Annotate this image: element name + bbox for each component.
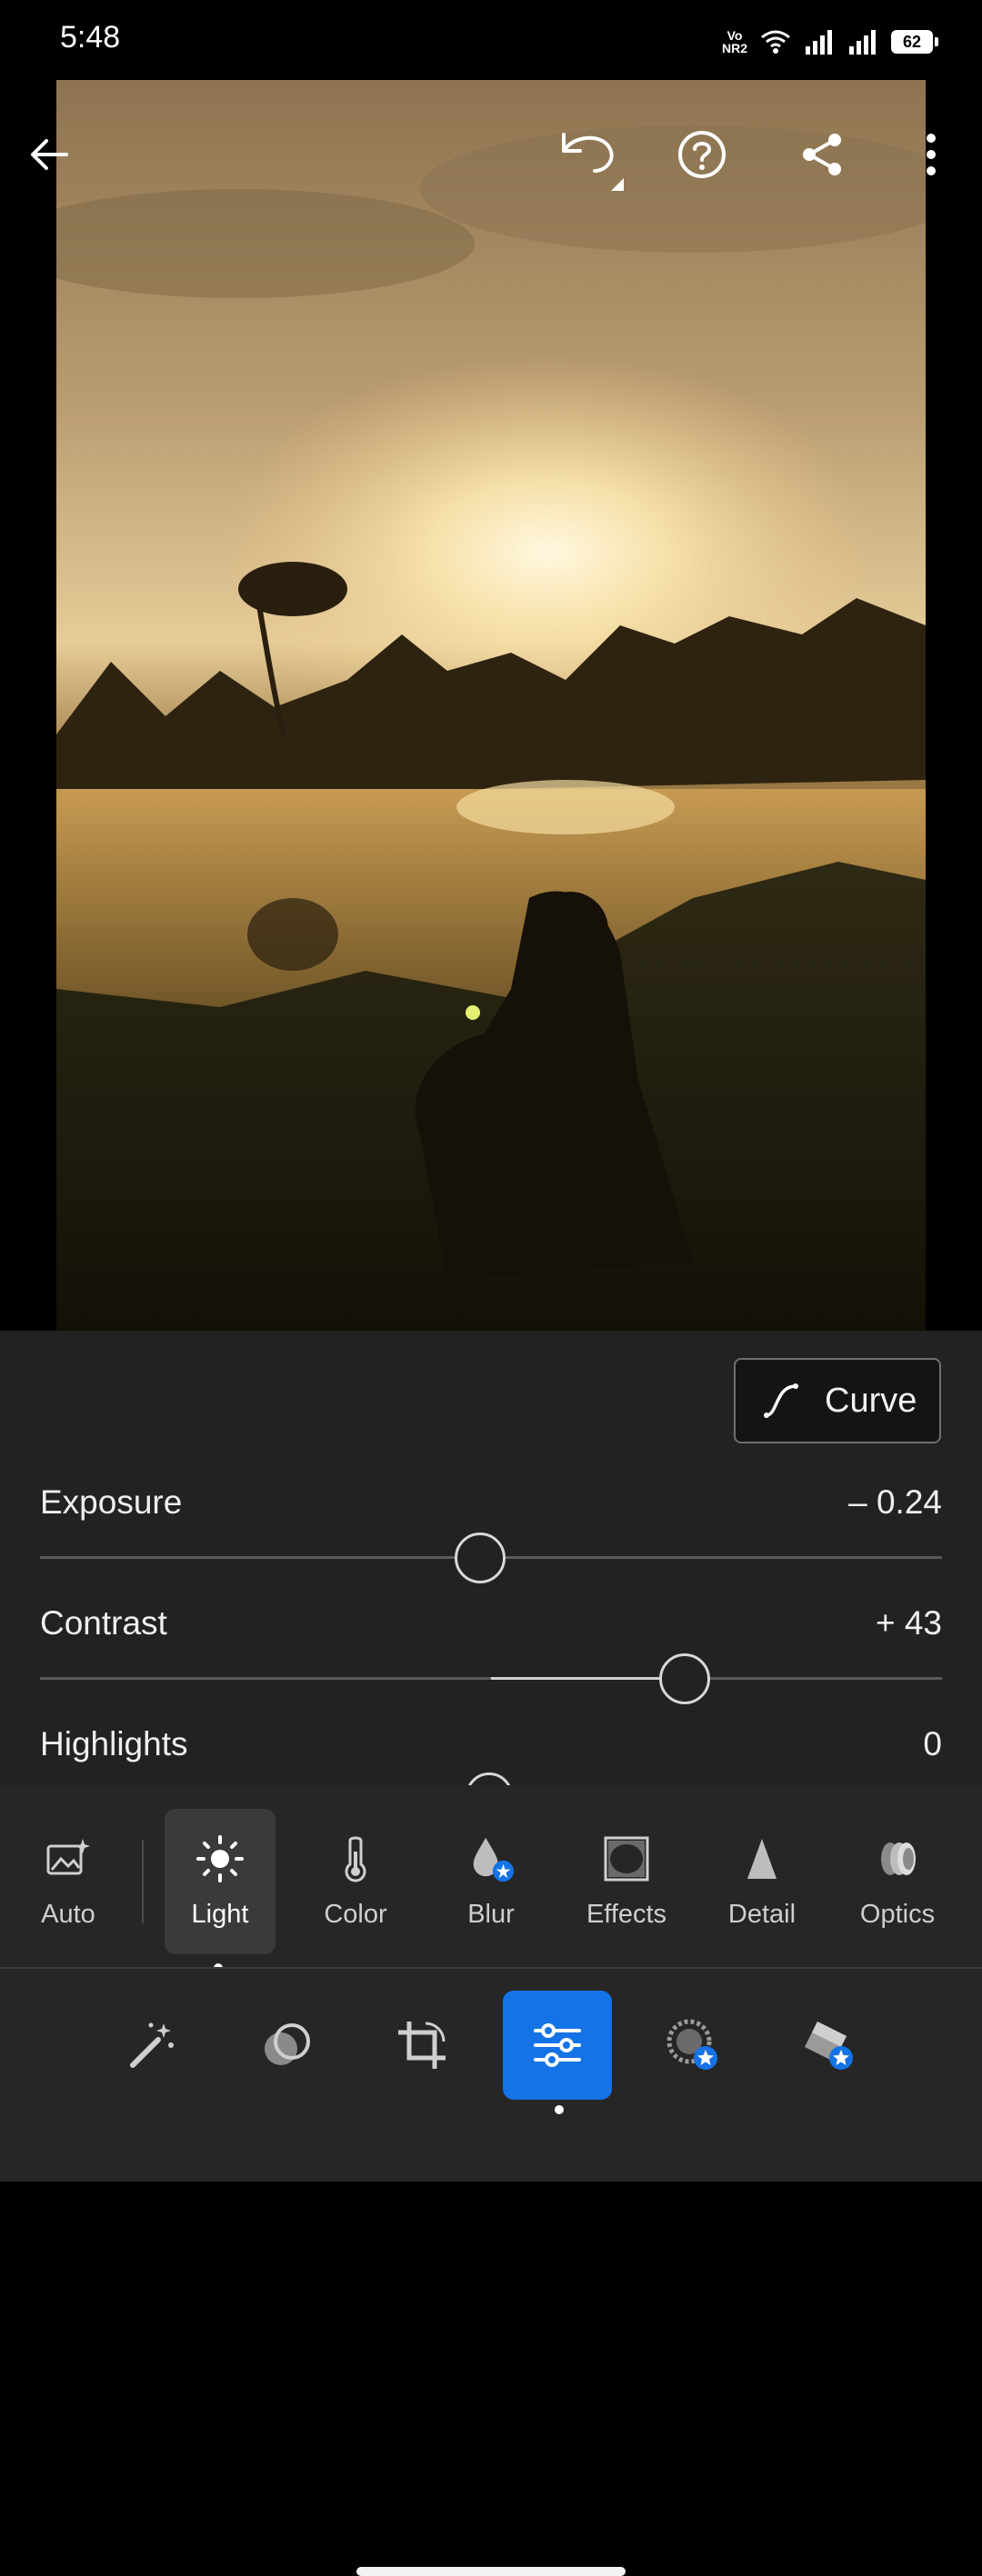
tab-color[interactable]: Color (300, 1809, 411, 1954)
status-time: 5:48 (60, 20, 121, 55)
remove-button[interactable] (774, 1991, 883, 2100)
tab-label: Effects (586, 1900, 667, 1929)
tab-auto[interactable]: Auto (13, 1809, 124, 1954)
active-tool-indicator (555, 2105, 564, 2114)
signal-icon-2 (849, 30, 876, 55)
slider-track[interactable] (40, 1533, 942, 1583)
edit-button[interactable] (503, 1991, 612, 2100)
adjustment-panel: Curve Exposure – 0.24 Contrast + 43 High… (0, 1331, 982, 2576)
magic-wand-icon (130, 2022, 174, 2068)
signal-icon (806, 30, 832, 55)
crop-icon (398, 2022, 446, 2069)
curve-label: Curve (825, 1381, 917, 1420)
status-bar: 5:48 Vo NR2 62 (0, 0, 982, 80)
blur-drop-icon (466, 1834, 516, 1883)
status-icons: Vo NR2 62 (721, 24, 938, 60)
slider-label: Exposure (40, 1483, 183, 1521)
tab-optics[interactable]: Optics (842, 1809, 953, 1954)
slider-label: Highlights (40, 1725, 188, 1762)
help-button[interactable] (664, 116, 740, 193)
photo-canvas[interactable] (0, 80, 982, 1331)
slider-value: + 43 (875, 1604, 942, 1642)
curve-button[interactable]: Curve (734, 1358, 941, 1443)
crop-button[interactable] (367, 1991, 476, 2100)
eraser-icon (805, 2022, 853, 2070)
sun-icon (195, 1834, 245, 1883)
healing-button[interactable] (638, 1991, 747, 2100)
tab-separator (142, 1840, 144, 1923)
bottom-tool-nav (0, 1969, 982, 2576)
share-button[interactable] (784, 116, 860, 193)
sunset-photo-image (56, 80, 926, 1331)
vignette-icon (602, 1834, 651, 1883)
back-arrow-icon (31, 139, 68, 170)
share-icon (803, 134, 841, 175)
tab-label: Detail (727, 1900, 797, 1929)
tab-label: Auto (41, 1900, 95, 1929)
slider-label: Contrast (40, 1604, 167, 1642)
battery-indicator: 62 (891, 30, 938, 54)
network-type-indicator: Vo NR2 (721, 28, 747, 55)
slider-thumb[interactable] (659, 1653, 711, 1704)
more-options-button[interactable] (893, 116, 969, 193)
undo-icon (562, 133, 624, 191)
help-icon (678, 131, 726, 178)
top-toolbar (0, 80, 982, 216)
healing-icon (666, 2019, 717, 2070)
tab-effects[interactable]: Effects (571, 1809, 682, 1954)
slider-value: – 0.24 (848, 1483, 942, 1521)
presets-button[interactable] (96, 1991, 205, 2100)
tab-label: Light (191, 1900, 249, 1929)
back-button[interactable] (11, 116, 87, 193)
thermometer-icon (331, 1834, 380, 1883)
curve-icon (764, 1383, 798, 1418)
slider-fill (491, 1677, 686, 1680)
slider-value: 0 (923, 1725, 942, 1762)
tab-label: Blur (467, 1900, 515, 1929)
tab-blur[interactable]: Blur (436, 1809, 546, 1954)
slider-track[interactable] (40, 1653, 942, 1704)
undo-button[interactable] (544, 116, 635, 193)
lens-icon (873, 1834, 922, 1883)
slider-thumb[interactable] (455, 1533, 506, 1583)
mask-circles-icon (265, 2023, 310, 2065)
home-indicator[interactable] (356, 2567, 626, 2576)
edited-photo[interactable] (56, 80, 926, 1331)
tab-label: Optics (859, 1900, 936, 1929)
auto-icon (44, 1834, 93, 1883)
tab-label: Color (324, 1900, 387, 1929)
wifi-icon (761, 30, 790, 54)
tab-detail[interactable]: Detail (706, 1809, 817, 1954)
more-vertical-icon (927, 134, 936, 175)
tab-light[interactable]: Light (165, 1809, 276, 1954)
triangle-icon (737, 1834, 787, 1883)
sliders-icon (534, 2023, 581, 2067)
masking-button[interactable] (232, 1991, 341, 2100)
